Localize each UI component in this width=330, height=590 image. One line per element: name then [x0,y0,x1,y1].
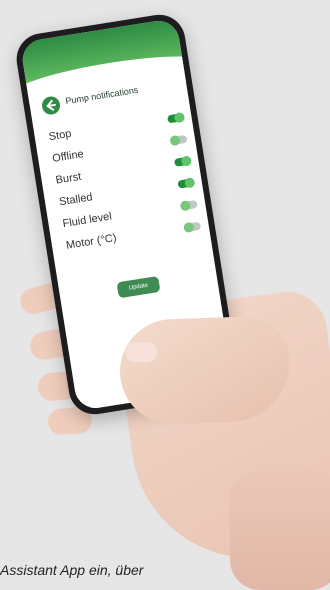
toggle-switch[interactable] [169,134,188,147]
toggle-label: Stalled [58,191,94,209]
back-arrow-icon[interactable] [40,95,62,116]
scene: Pump notifications Stop Offline Burst St… [0,0,330,590]
caption-text: Assistant App ein, über [0,562,144,578]
toggle-label: Offline [51,148,85,165]
screen-header [19,17,184,95]
wrist [230,470,330,590]
toggle-switch[interactable] [179,199,198,212]
thumb [118,315,292,426]
toggle-switch[interactable] [173,155,193,167]
toggle-label: Burst [54,170,83,187]
toggle-label: Stop [48,127,73,144]
thumbnail-nail [124,341,158,363]
update-button[interactable]: Update [116,275,161,299]
toggle-label: Motor (°C) [65,232,118,252]
toggle-switch[interactable] [183,221,202,234]
toggle-label: Fluid level [61,210,113,231]
toggle-switch[interactable] [177,177,196,189]
toggle-switch[interactable] [167,111,186,124]
